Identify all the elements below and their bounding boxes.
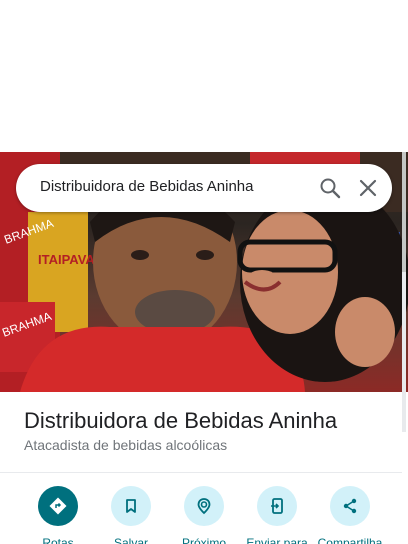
share-icon[interactable] — [330, 486, 370, 526]
save-label: Salvar — [113, 536, 148, 544]
search-bar[interactable]: Distribuidora de Bebidas Aninha — [16, 164, 392, 212]
search-icon[interactable] — [318, 176, 342, 200]
nearby-button[interactable]: Próximo — [166, 486, 242, 544]
close-icon[interactable] — [356, 176, 380, 200]
itaipava-sign: ITAIPAVA — [38, 252, 95, 267]
send-to-phone-button[interactable]: Enviar para — [239, 486, 315, 544]
place-title: Distribuidora de Bebidas Aninha — [24, 408, 338, 433]
nearby-label: Próximo — [181, 536, 226, 544]
save-button[interactable]: Salvar — [93, 486, 169, 544]
map-blank-area — [0, 0, 408, 152]
scrollbar-thumb[interactable] — [402, 152, 406, 272]
send-to-phone-label: Enviar para — [246, 536, 308, 544]
bookmark-icon[interactable] — [111, 486, 151, 526]
directions-button[interactable]: Rotas — [20, 486, 96, 544]
share-button[interactable]: Compartilha — [312, 486, 388, 544]
share-label: Compartilha — [317, 536, 383, 544]
nearby-icon[interactable] — [184, 486, 224, 526]
divider — [0, 472, 402, 473]
send-to-phone-icon[interactable] — [257, 486, 297, 526]
directions-icon[interactable] — [38, 486, 78, 526]
search-input[interactable]: Distribuidora de Bebidas Aninha — [40, 178, 253, 195]
place-category[interactable]: Atacadista de bebidas alcoólicas — [24, 437, 227, 453]
directions-label: Rotas — [42, 536, 74, 544]
